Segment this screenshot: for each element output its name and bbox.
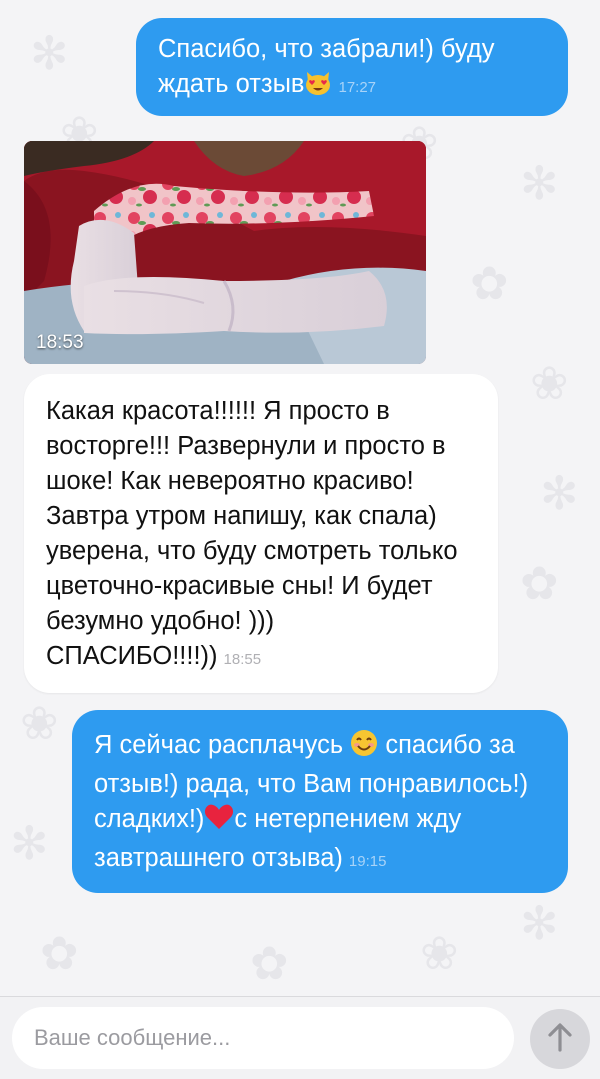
photo-attachment[interactable]: 18:53: [24, 141, 426, 364]
message-time: 18:55: [223, 651, 262, 668]
photo-time: 18:53: [36, 332, 84, 353]
send-button[interactable]: [530, 1009, 590, 1069]
message-input[interactable]: [12, 1007, 514, 1069]
message-time: 19:15: [348, 853, 387, 870]
message-bubble-outgoing[interactable]: Спасибо, что забрали!) буду ждать отзыв …: [136, 18, 568, 116]
smiling-face-emoji: [350, 729, 378, 767]
message-bubble-outgoing[interactable]: Я сейчас расплачусь спасибо за отзыв!) р…: [72, 710, 568, 893]
pillow-photo: [24, 141, 426, 364]
red-heart-emoji: [204, 803, 234, 841]
message-text-part: Я сейчас расплачусь: [94, 731, 344, 759]
arrow-up-icon: [547, 1022, 573, 1057]
message-text: Какая красота!!!!!! Я просто в восторге!…: [46, 397, 458, 670]
message-composer: [0, 996, 600, 1079]
heart-eyes-cat-emoji: [304, 70, 332, 106]
message-time: 17:27: [338, 79, 377, 96]
message-bubble-incoming[interactable]: Какая красота!!!!!! Я просто в восторге!…: [24, 374, 498, 693]
